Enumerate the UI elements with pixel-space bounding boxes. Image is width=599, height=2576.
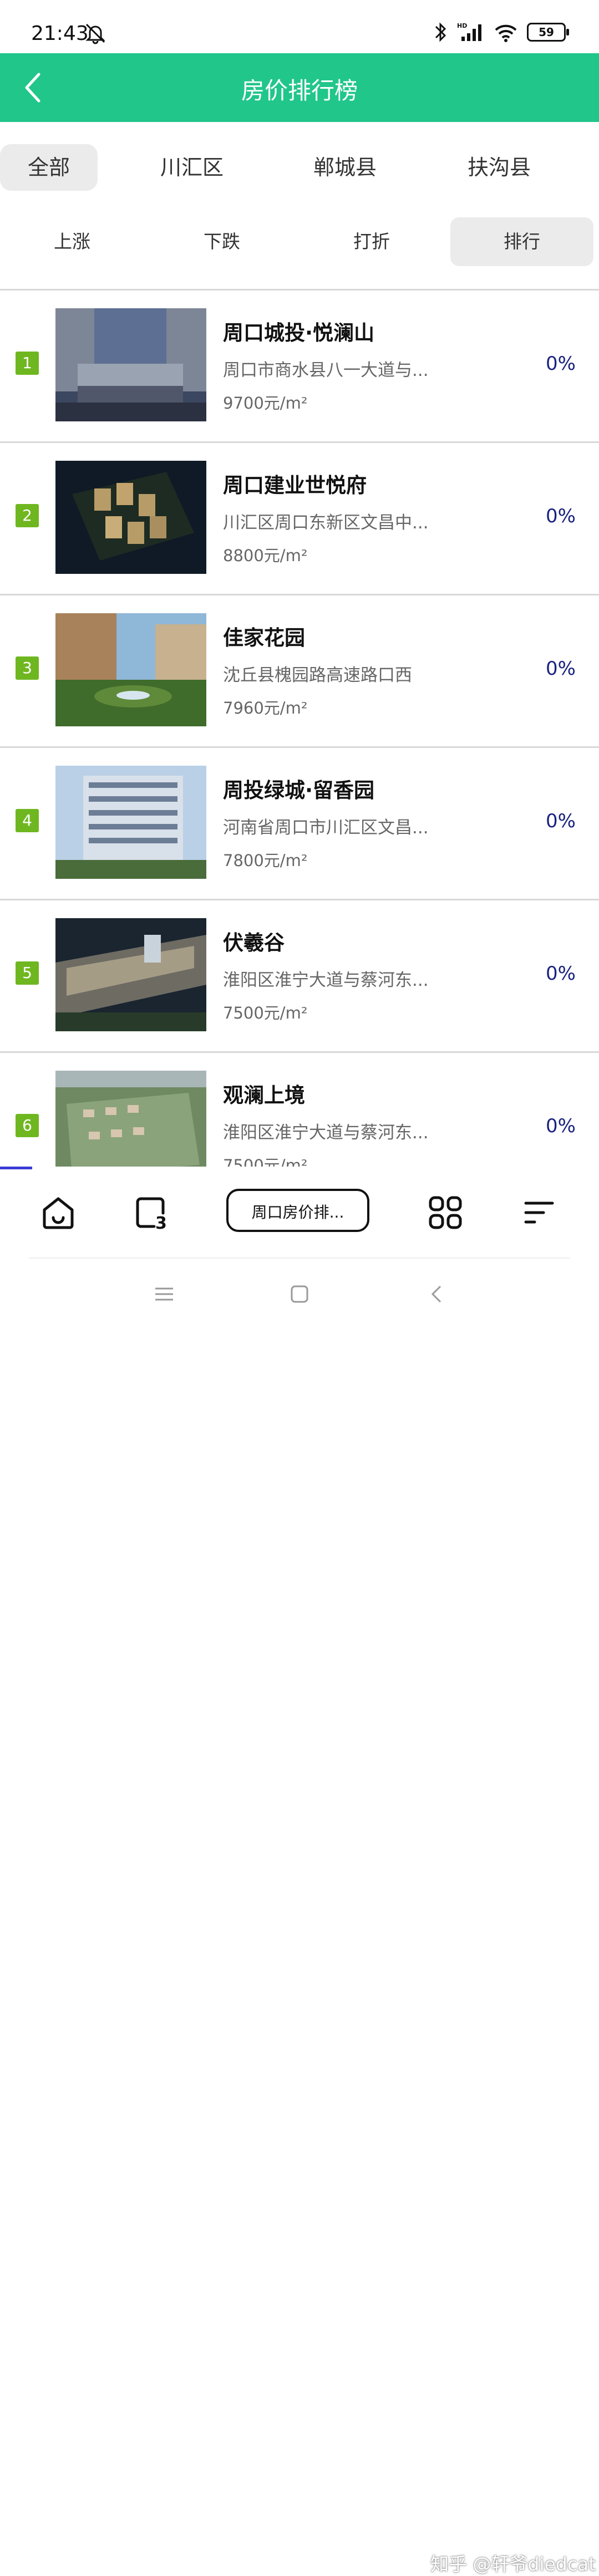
list-item[interactable]: 4 周投绿城·留香园 河南省周口市川汇区文昌... 7800元/m² 0%	[0, 748, 599, 900]
property-photo	[55, 308, 206, 421]
recent-apps-icon[interactable]	[153, 1283, 175, 1305]
current-tab-button[interactable]: 周口房价排...	[226, 1189, 369, 1232]
property-address: 淮阳区淮宁大道与蔡河东...	[223, 970, 429, 990]
list-item[interactable]: 6 观澜上境 淮阳区淮宁大道与蔡河东... 7500元/m² 0%	[0, 1053, 599, 1167]
system-nav-bar: 知乎 @轩爷diedcat	[0, 1260, 599, 2575]
property-price: 7800元/m²	[223, 851, 308, 870]
property-name: 周口建业世悦府	[223, 474, 367, 497]
property-price: 7960元/m²	[223, 699, 308, 717]
property-photo	[55, 766, 206, 879]
tab-count: 3	[155, 1214, 167, 1232]
price-change: 0%	[546, 810, 576, 832]
rank-badge: 4	[16, 809, 39, 832]
property-price: 8800元/m²	[223, 546, 308, 565]
property-photo	[55, 461, 206, 574]
property-name: 伏羲谷	[223, 931, 285, 955]
tab-sort-rise[interactable]: 上涨	[22, 217, 122, 266]
tab-sort-fall[interactable]: 下跌	[172, 217, 272, 266]
menu-icon[interactable]	[519, 1193, 558, 1232]
mute-icon	[85, 23, 105, 44]
list-item[interactable]: 3 佳家花园 沈丘县槐园路高速路口西 7960元/m² 0%	[0, 595, 599, 748]
property-price: 7500元/m²	[223, 1004, 308, 1022]
tab-district-dancheng[interactable]: 郸城县	[301, 144, 389, 191]
property-name: 佳家花园	[223, 626, 305, 650]
wifi-icon	[495, 24, 517, 42]
page-title: 房价排行榜	[241, 77, 358, 104]
property-address: 河南省周口市川汇区文昌...	[223, 818, 429, 838]
toolbar-divider	[29, 1258, 570, 1259]
signal-icon: HD	[457, 22, 481, 41]
status-time: 21:43	[31, 22, 89, 45]
rank-badge: 3	[16, 656, 39, 680]
property-address: 淮阳区淮宁大道与蔡河东...	[223, 1123, 429, 1143]
scroll-indicator	[0, 1167, 32, 1169]
list-item[interactable]: 5 伏羲谷 淮阳区淮宁大道与蔡河东... 7500元/m² 0%	[0, 900, 599, 1053]
status-bar: 21:43 HD 59	[0, 0, 599, 53]
price-change: 0%	[546, 1115, 576, 1137]
district-tabs: 全部 川汇区 郸城县 扶沟县	[0, 144, 599, 191]
property-name: 周口城投·悦澜山	[223, 321, 375, 345]
list-item[interactable]: 2 周口建业世悦府 川汇区周口东新区文昌中... 8800元/m² 0%	[0, 443, 599, 595]
tab-sort-ranking[interactable]: 排行	[450, 217, 593, 266]
back-nav-icon[interactable]	[426, 1283, 448, 1305]
property-address: 沈丘县槐园路高速路口西	[223, 665, 412, 685]
home-icon[interactable]	[39, 1193, 78, 1232]
property-address: 周口市商水县八一大道与...	[223, 360, 429, 380]
rank-badge: 2	[16, 504, 39, 527]
watermark: 知乎 @轩爷diedcat	[430, 2553, 596, 2575]
property-name: 周投绿城·留香园	[223, 778, 375, 802]
browser-toolbar: 3 周口房价排...	[0, 1170, 599, 1259]
property-photo	[55, 613, 206, 726]
property-price: 7500元/m²	[223, 1156, 308, 1167]
tab-district-fugou[interactable]: 扶沟县	[455, 144, 544, 191]
home-nav-icon[interactable]	[288, 1283, 311, 1305]
sort-tabs: 上涨 下跌 打折 排行	[0, 217, 599, 266]
property-photo	[55, 1071, 206, 1167]
list-item[interactable]: 1 周口城投·悦澜山 周口市商水县八一大道与... 9700元/m² 0%	[0, 291, 599, 443]
property-address: 川汇区周口东新区文昌中...	[223, 513, 429, 533]
status-right-icons: HD 59	[434, 21, 569, 43]
apps-grid-icon[interactable]	[426, 1193, 465, 1232]
rank-badge: 5	[16, 961, 39, 985]
listing-list: 1 周口城投·悦澜山 周口市商水县八一大道与... 9700元/m² 0% 2 …	[0, 291, 599, 1167]
tab-district-chuanhui[interactable]: 川汇区	[148, 144, 236, 191]
network-type: HD	[457, 22, 467, 29]
price-change: 0%	[546, 505, 576, 527]
property-name: 观澜上境	[223, 1083, 305, 1107]
price-change: 0%	[546, 353, 576, 375]
app-header: 房价排行榜	[0, 53, 599, 122]
property-photo	[55, 918, 206, 1031]
tab-sort-discount[interactable]: 打折	[322, 217, 422, 266]
price-change: 0%	[546, 658, 576, 680]
tabs-icon[interactable]: 3	[132, 1193, 171, 1232]
battery-indicator: 59	[527, 23, 569, 42]
price-change: 0%	[546, 963, 576, 985]
property-price: 9700元/m²	[223, 394, 308, 413]
rank-badge: 1	[16, 352, 39, 375]
tab-district-all[interactable]: 全部	[0, 144, 98, 191]
rank-badge: 6	[16, 1114, 39, 1137]
bluetooth-icon	[435, 22, 446, 42]
